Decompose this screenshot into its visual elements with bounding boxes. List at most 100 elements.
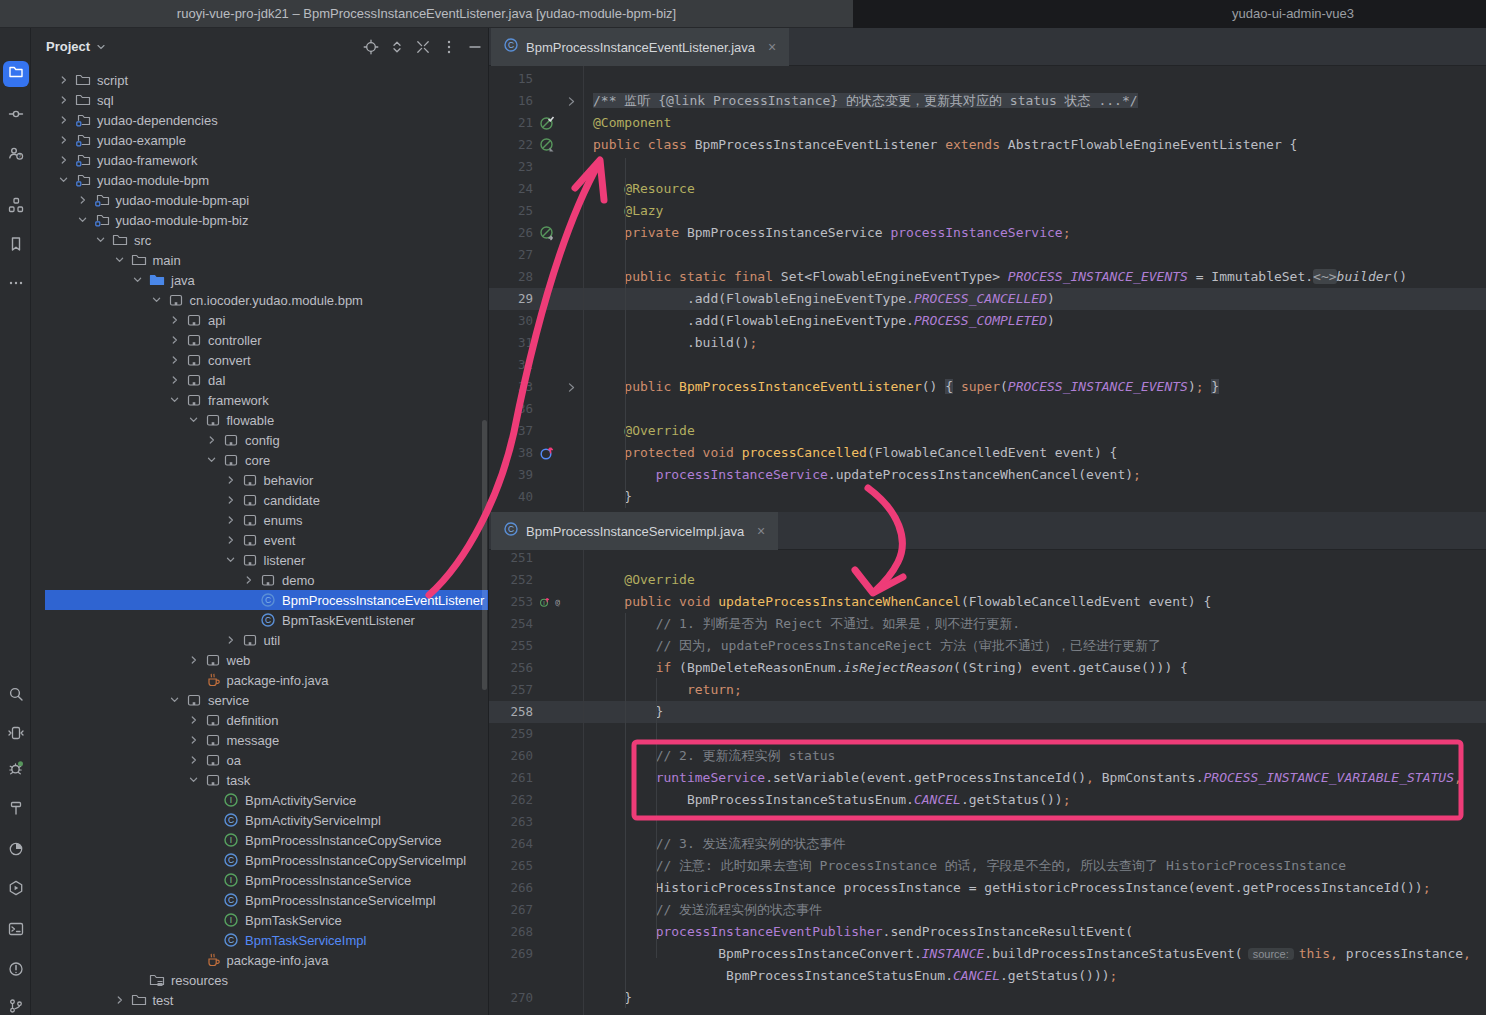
line-number[interactable]: 268	[489, 921, 533, 943]
line-number[interactable]: 29	[489, 288, 533, 310]
chevron-down-icon[interactable]	[167, 392, 183, 408]
line-number[interactable]: 266	[489, 877, 533, 899]
line-number[interactable]: 21	[489, 112, 533, 134]
impl-at-gutter-icon[interactable]: I@	[533, 591, 563, 613]
code-line-266[interactable]: 266 HistoricProcessInstance processInsta…	[489, 877, 1486, 899]
code-line-257[interactable]: 257 return;	[489, 679, 1486, 701]
code-line-24[interactable]: 24 @Resource	[489, 178, 1486, 200]
line-number[interactable]: 26	[489, 222, 533, 244]
code-line-269[interactable]: 269 BpmProcessInstanceConvert.INSTANCE.b…	[489, 943, 1486, 965]
tree-item-BpmProcessInstanceService[interactable]: IBpmProcessInstanceService	[31, 870, 488, 890]
override-gutter-icon[interactable]	[533, 442, 563, 464]
tree-item-BpmProcessInstanceCopyService[interactable]: IBpmProcessInstanceCopyService	[31, 830, 488, 850]
chevron-down-icon[interactable]	[56, 172, 72, 188]
tree-item-behavior[interactable]: behavior	[31, 470, 488, 490]
tree-item-demo[interactable]: demo	[31, 570, 488, 590]
search-tool-button[interactable]	[3, 683, 29, 709]
tree-item-framework[interactable]: framework	[31, 390, 488, 410]
chevron-right-icon[interactable]	[223, 632, 239, 648]
code-line-29[interactable]: 29 .add(FlowableEngineEventType.PROCESS_…	[489, 288, 1486, 310]
line-number[interactable]: 30	[489, 310, 533, 332]
code-line-251[interactable]: 251	[489, 550, 1486, 569]
tree-item-event[interactable]: event	[31, 530, 488, 550]
code-line-30[interactable]: 30 .add(FlowableEngineEventType.PROCESS_…	[489, 310, 1486, 332]
project-folder-tool-button[interactable]	[3, 61, 29, 87]
build-tool-button[interactable]	[3, 797, 29, 823]
code-line-268[interactable]: 268 processInstanceEventPublisher.sendPr…	[489, 921, 1486, 943]
tree-item-resources[interactable]: resources	[31, 970, 488, 990]
code-line-22[interactable]: 22public class BpmProcessInstanceEventLi…	[489, 134, 1486, 156]
tree-item-flowable[interactable]: flowable	[31, 410, 488, 430]
tree-item-enums[interactable]: enums	[31, 510, 488, 530]
users-tool-button[interactable]: ?	[3, 142, 29, 168]
editor-tab[interactable]: CBpmProcessInstanceEventListener.java×	[491, 28, 789, 66]
code-line-26[interactable]: 26 private BpmProcessInstanceService pro…	[489, 222, 1486, 244]
tree-item-main[interactable]: main	[31, 250, 488, 270]
tree-item-yudao-framework[interactable]: yudao-framework	[31, 150, 488, 170]
line-number[interactable]: 31	[489, 332, 533, 354]
line-number[interactable]: 267	[489, 899, 533, 921]
tree-item-BpmProcessInstanceCopyServiceImpl[interactable]: CBpmProcessInstanceCopyServiceImpl	[31, 850, 488, 870]
commit-tool-button[interactable]	[3, 103, 29, 129]
chevron-down-icon[interactable]	[93, 232, 109, 248]
code-line-39[interactable]: 39 processInstanceService.updateProcessI…	[489, 464, 1486, 486]
chevron-down-icon[interactable]	[223, 552, 239, 568]
line-number[interactable]: 22	[489, 134, 533, 156]
line-number[interactable]: 15	[489, 68, 533, 90]
tree-item-yudao-module-bpm-biz[interactable]: yudao-module-bpm-biz	[31, 210, 488, 230]
chevron-down-icon[interactable]	[75, 212, 91, 228]
profiler-tool-button[interactable]	[3, 838, 29, 864]
line-number[interactable]: 262	[489, 789, 533, 811]
line-number[interactable]: 269	[489, 943, 533, 965]
line-number[interactable]: 39	[489, 464, 533, 486]
line-number[interactable]: 37	[489, 420, 533, 442]
chevron-right-icon[interactable]	[56, 92, 72, 108]
tree-item-BpmTaskServiceImpl[interactable]: CBpmTaskServiceImpl	[31, 930, 488, 950]
bean-arrow-gutter-icon[interactable]	[533, 222, 563, 244]
line-number[interactable]: 254	[489, 613, 533, 635]
chevron-right-icon[interactable]	[167, 352, 183, 368]
code-line-21[interactable]: 21@Component	[489, 112, 1486, 134]
line-number[interactable]: 28	[489, 266, 533, 288]
tree-item-test[interactable]: test	[31, 990, 488, 1010]
debug-tool-button[interactable]	[3, 757, 29, 783]
code-line-256[interactable]: 256 if (BpmDeleteReasonEnum.isRejectReas…	[489, 657, 1486, 679]
chevron-right-icon[interactable]	[223, 512, 239, 528]
chevron-right-icon[interactable]	[223, 492, 239, 508]
chevron-right-icon[interactable]	[56, 72, 72, 88]
close-icon[interactable]: ×	[754, 523, 768, 539]
tree-item-message[interactable]: message	[31, 730, 488, 750]
line-number[interactable]: 25	[489, 200, 533, 222]
line-number[interactable]: 33	[489, 376, 533, 398]
tree-item-task[interactable]: task	[31, 770, 488, 790]
code-line-260[interactable]: 260 // 2. 更新流程实例 status	[489, 745, 1486, 767]
code-line-261[interactable]: 261 runtimeService.setVariable(event.get…	[489, 767, 1486, 789]
chevron-right-icon[interactable]	[186, 752, 202, 768]
line-number[interactable]: 24	[489, 178, 533, 200]
bean-check-gutter-icon[interactable]	[533, 112, 563, 134]
line-number[interactable]: 261	[489, 767, 533, 789]
code-line-31[interactable]: 31 .build();	[489, 332, 1486, 354]
line-number[interactable]: 38	[489, 442, 533, 464]
tree-item-BpmTaskService[interactable]: IBpmTaskService	[31, 910, 488, 930]
line-number[interactable]: 256	[489, 657, 533, 679]
code-line-267[interactable]: 267 // 发送流程实例的状态事件	[489, 899, 1486, 921]
tree-item-yudao-module-bpm[interactable]: yudao-module-bpm	[31, 170, 488, 190]
tree-item-src[interactable]: src	[31, 230, 488, 250]
tree-item-java[interactable]: java	[31, 270, 488, 290]
tree-item-candidate[interactable]: candidate	[31, 490, 488, 510]
window-tool-button[interactable]	[3, 722, 29, 748]
chevron-right-icon[interactable]	[167, 372, 183, 388]
tree-item-BpmActivityServiceImpl[interactable]: CBpmActivityServiceImpl	[31, 810, 488, 830]
code-line-40[interactable]: 40 }	[489, 486, 1486, 508]
chevron-down-icon[interactable]	[186, 772, 202, 788]
expand-icon[interactable]	[389, 39, 405, 55]
line-number[interactable]: 263	[489, 811, 533, 833]
chevron-right-icon[interactable]	[204, 432, 220, 448]
services-tool-button[interactable]	[3, 877, 29, 903]
code-line-258[interactable]: 258 }	[489, 701, 1486, 723]
close-icon[interactable]: ×	[765, 39, 779, 55]
code-line-27[interactable]: 27	[489, 244, 1486, 266]
line-number[interactable]	[489, 965, 533, 987]
line-number[interactable]: 36	[489, 398, 533, 420]
